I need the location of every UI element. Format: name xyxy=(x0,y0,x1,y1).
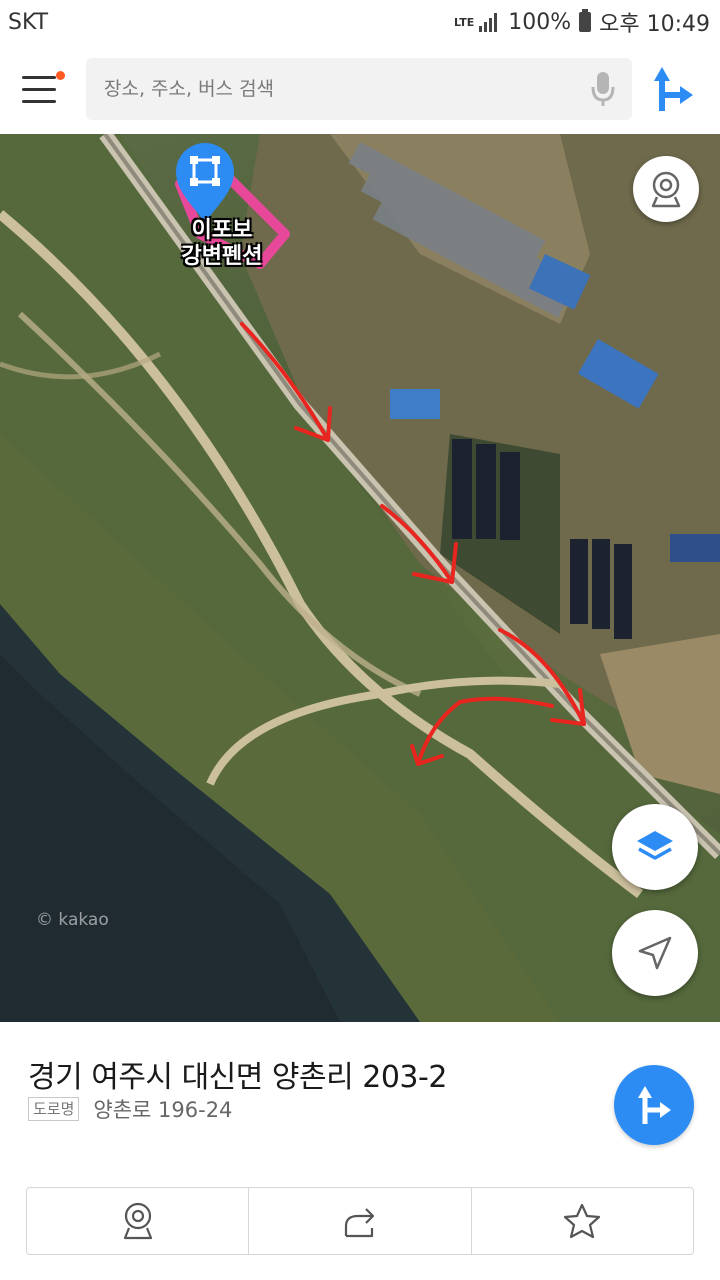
signal-icon xyxy=(479,13,498,32)
place-label-line1: 이포보 xyxy=(191,218,253,243)
roadview-button[interactable] xyxy=(633,156,699,222)
current-location-button[interactable] xyxy=(612,910,698,996)
directions-button[interactable] xyxy=(650,61,698,117)
share-button[interactable] xyxy=(248,1188,470,1254)
road-address-tag: 도로명 xyxy=(28,1097,80,1121)
satellite-map[interactable]: 이포보 강변펜션 © kakao xyxy=(0,134,720,1022)
directions-icon xyxy=(654,67,693,111)
network-type: LTE xyxy=(454,15,475,29)
battery-icon xyxy=(579,9,592,32)
place-label-line2: 강변펜션 xyxy=(181,244,263,269)
place-label[interactable]: 이포보 강변펜션 xyxy=(162,218,282,270)
layers-icon xyxy=(637,831,673,860)
directions-fab-button[interactable] xyxy=(614,1065,694,1145)
roadview-icon xyxy=(651,171,681,208)
search-bar[interactable] xyxy=(86,58,632,120)
notification-dot xyxy=(56,71,65,80)
star-icon xyxy=(564,1203,601,1239)
roadview-icon xyxy=(123,1202,152,1240)
favorite-button[interactable] xyxy=(470,1188,693,1254)
address-title: 경기 여주시 대신면 양촌리 203-2 xyxy=(28,1060,447,1095)
road-address-row: 도로명 양촌로 196-24 xyxy=(28,1094,232,1124)
map-imagery xyxy=(0,134,720,1022)
carrier-label: SKT xyxy=(8,9,49,35)
place-pin-icon[interactable] xyxy=(174,142,236,226)
roadview-action-button[interactable] xyxy=(27,1188,248,1254)
place-info-panel: 경기 여주시 대신면 양촌리 203-2 도로명 양촌로 196-24 xyxy=(0,1022,720,1280)
search-input[interactable] xyxy=(104,78,544,100)
directions-icon xyxy=(638,1086,671,1124)
menu-button[interactable] xyxy=(12,59,72,119)
status-bar: SKT LTE 100% 오후 10:49 xyxy=(0,0,720,44)
share-icon xyxy=(344,1208,375,1238)
layers-button[interactable] xyxy=(612,804,698,890)
mic-icon[interactable] xyxy=(590,70,616,108)
road-address: 양촌로 196-24 xyxy=(93,1098,233,1122)
status-indicators: LTE 100% 오후 10:49 xyxy=(454,6,710,38)
menu-icon xyxy=(22,75,56,79)
top-bar xyxy=(0,44,720,134)
action-bar xyxy=(26,1187,694,1255)
location-arrow-icon xyxy=(638,936,672,970)
map-watermark: © kakao xyxy=(36,910,109,930)
clock: 오후 10:49 xyxy=(599,12,710,37)
battery-percent: 100% xyxy=(508,9,572,35)
